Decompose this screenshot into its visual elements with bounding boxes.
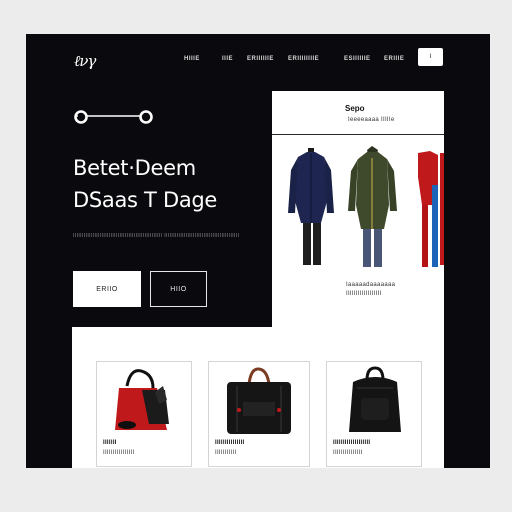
feature-subheading: Ieeeeaaaa IIIIIe — [348, 117, 395, 123]
page-frame: ℓνγ HIIIE IIIE ERIIIIIIE ERIIIIIIIIE ESI… — [26, 34, 490, 468]
red-handbag-icon — [115, 369, 169, 430]
hero-title-line2: DSaas T Dage — [73, 188, 218, 212]
nav-link-6[interactable]: ERIIIE — [384, 56, 404, 62]
feature-caption-line1: Iaaaaadaaaaaaa — [346, 282, 396, 288]
top-nav: HIIIE IIIE ERIIIIIIE ERIIIIIIIIE ESIIIII… — [184, 56, 414, 68]
feature-header: Sepo Ieeeeaaaa IIIIIe — [272, 91, 444, 135]
product-name: IIIIIIIIIIIIIII — [215, 440, 245, 446]
product-caption: IIIIIIIIIIIIIII IIIIIIIIIII — [215, 438, 245, 458]
product-caption: IIIIIII IIIIIIIIIIIIIIII — [103, 438, 134, 458]
product-caption: IIIIIIIIIIIIIIIIIII IIIIIIIIIIIIIII — [333, 438, 370, 458]
product-price: IIIIIIIIIII — [215, 450, 237, 456]
nav-cta-button[interactable]: I — [418, 48, 443, 66]
ornament-icon — [74, 110, 153, 124]
product-card[interactable]: IIIIIII IIIIIIIIIIIIIIII — [96, 361, 192, 467]
products-section: IIIIIII IIIIIIIIIIIIIIII IIIIIIIIIIIIIII… — [72, 327, 444, 468]
product-name: IIIIIII — [103, 440, 117, 446]
feature-caption: Iaaaaadaaaaaaa IIIIIIIIIIIIIIIIII — [346, 281, 395, 299]
nav-link-4[interactable]: ERIIIIIIIIE — [288, 56, 319, 62]
product-card[interactable]: IIIIIIIIIIIIIII IIIIIIIIIII — [208, 361, 310, 467]
nav-link-3[interactable]: ERIIIIIIE — [247, 56, 274, 62]
jackets-image — [288, 146, 444, 267]
hero-description: IIIIIIIIIIIIIIIIIIIIIIIIIIIIIIIIIIIIIIII… — [73, 233, 240, 239]
primary-button[interactable]: ERIIO — [73, 271, 141, 307]
navy-jacket-icon — [288, 148, 334, 265]
product-name: IIIIIIIIIIIIIIIIIII — [333, 440, 371, 446]
product-price: IIIIIIIIIIIIIII — [333, 450, 363, 456]
secondary-button[interactable]: HIIO — [150, 271, 207, 307]
nav-link-2[interactable]: IIIE — [222, 56, 233, 62]
feature-card[interactable]: Sepo Ieeeeaaaa IIIIIe Iaaaaadaaaaaaa III… — [272, 91, 444, 327]
olive-jacket-icon — [348, 146, 397, 267]
product-card[interactable]: IIIIIIIIIIIIIIIIIII IIIIIIIIIIIIIII — [326, 361, 422, 467]
black-tote-bag-icon — [227, 367, 291, 434]
brand-logo[interactable]: ℓνγ — [74, 52, 96, 71]
feature-caption-line2: IIIIIIIIIIIIIIIIII — [346, 291, 382, 297]
hero-title: Betet·Deem DSaas T Dage — [73, 152, 217, 216]
product-price: IIIIIIIIIIIIIIII — [103, 450, 135, 456]
feature-heading: Sepo — [345, 104, 365, 113]
black-backpack-icon — [349, 366, 401, 432]
nav-link-5[interactable]: ESIIIIIIE — [344, 56, 371, 62]
red-jacket-icon — [418, 151, 444, 267]
nav-link-1[interactable]: HIIIE — [184, 56, 200, 62]
hero-title-line1: Betet·Deem — [73, 156, 196, 180]
